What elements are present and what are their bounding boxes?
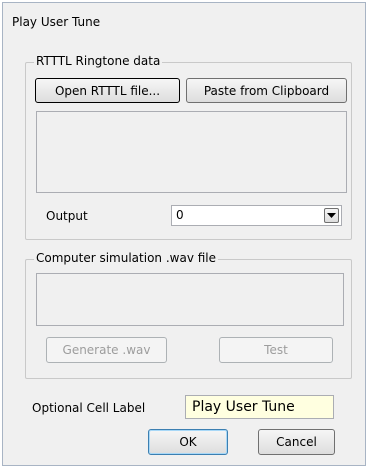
play-user-tune-dialog: Play User Tune RTTTL Ringtone data Open … bbox=[2, 2, 366, 466]
wav-file-textarea[interactable] bbox=[36, 273, 344, 326]
output-label: Output bbox=[46, 209, 88, 223]
paste-from-clipboard-button[interactable]: Paste from Clipboard bbox=[186, 78, 347, 103]
output-select[interactable]: 0 bbox=[171, 205, 342, 226]
wav-group-legend: Computer simulation .wav file bbox=[34, 251, 219, 265]
dropdown-arrow-icon[interactable] bbox=[324, 208, 339, 223]
optional-cell-label-label: Optional Cell Label bbox=[32, 401, 146, 415]
rtttl-group-legend: RTTTL Ringtone data bbox=[34, 54, 163, 68]
ok-button[interactable]: OK bbox=[148, 429, 228, 455]
window-title: Play User Tune bbox=[12, 15, 101, 29]
open-rtttl-file-button[interactable]: Open RTTTL file... bbox=[35, 78, 180, 103]
cell-label-input[interactable]: Play User Tune bbox=[185, 395, 334, 419]
generate-wav-button[interactable]: Generate .wav bbox=[46, 337, 167, 363]
test-button[interactable]: Test bbox=[219, 337, 333, 363]
cancel-button[interactable]: Cancel bbox=[258, 429, 335, 455]
output-selected-value: 0 bbox=[176, 208, 184, 222]
rtttl-data-textarea[interactable] bbox=[36, 111, 347, 193]
title-bar[interactable]: Play User Tune bbox=[3, 3, 365, 38]
